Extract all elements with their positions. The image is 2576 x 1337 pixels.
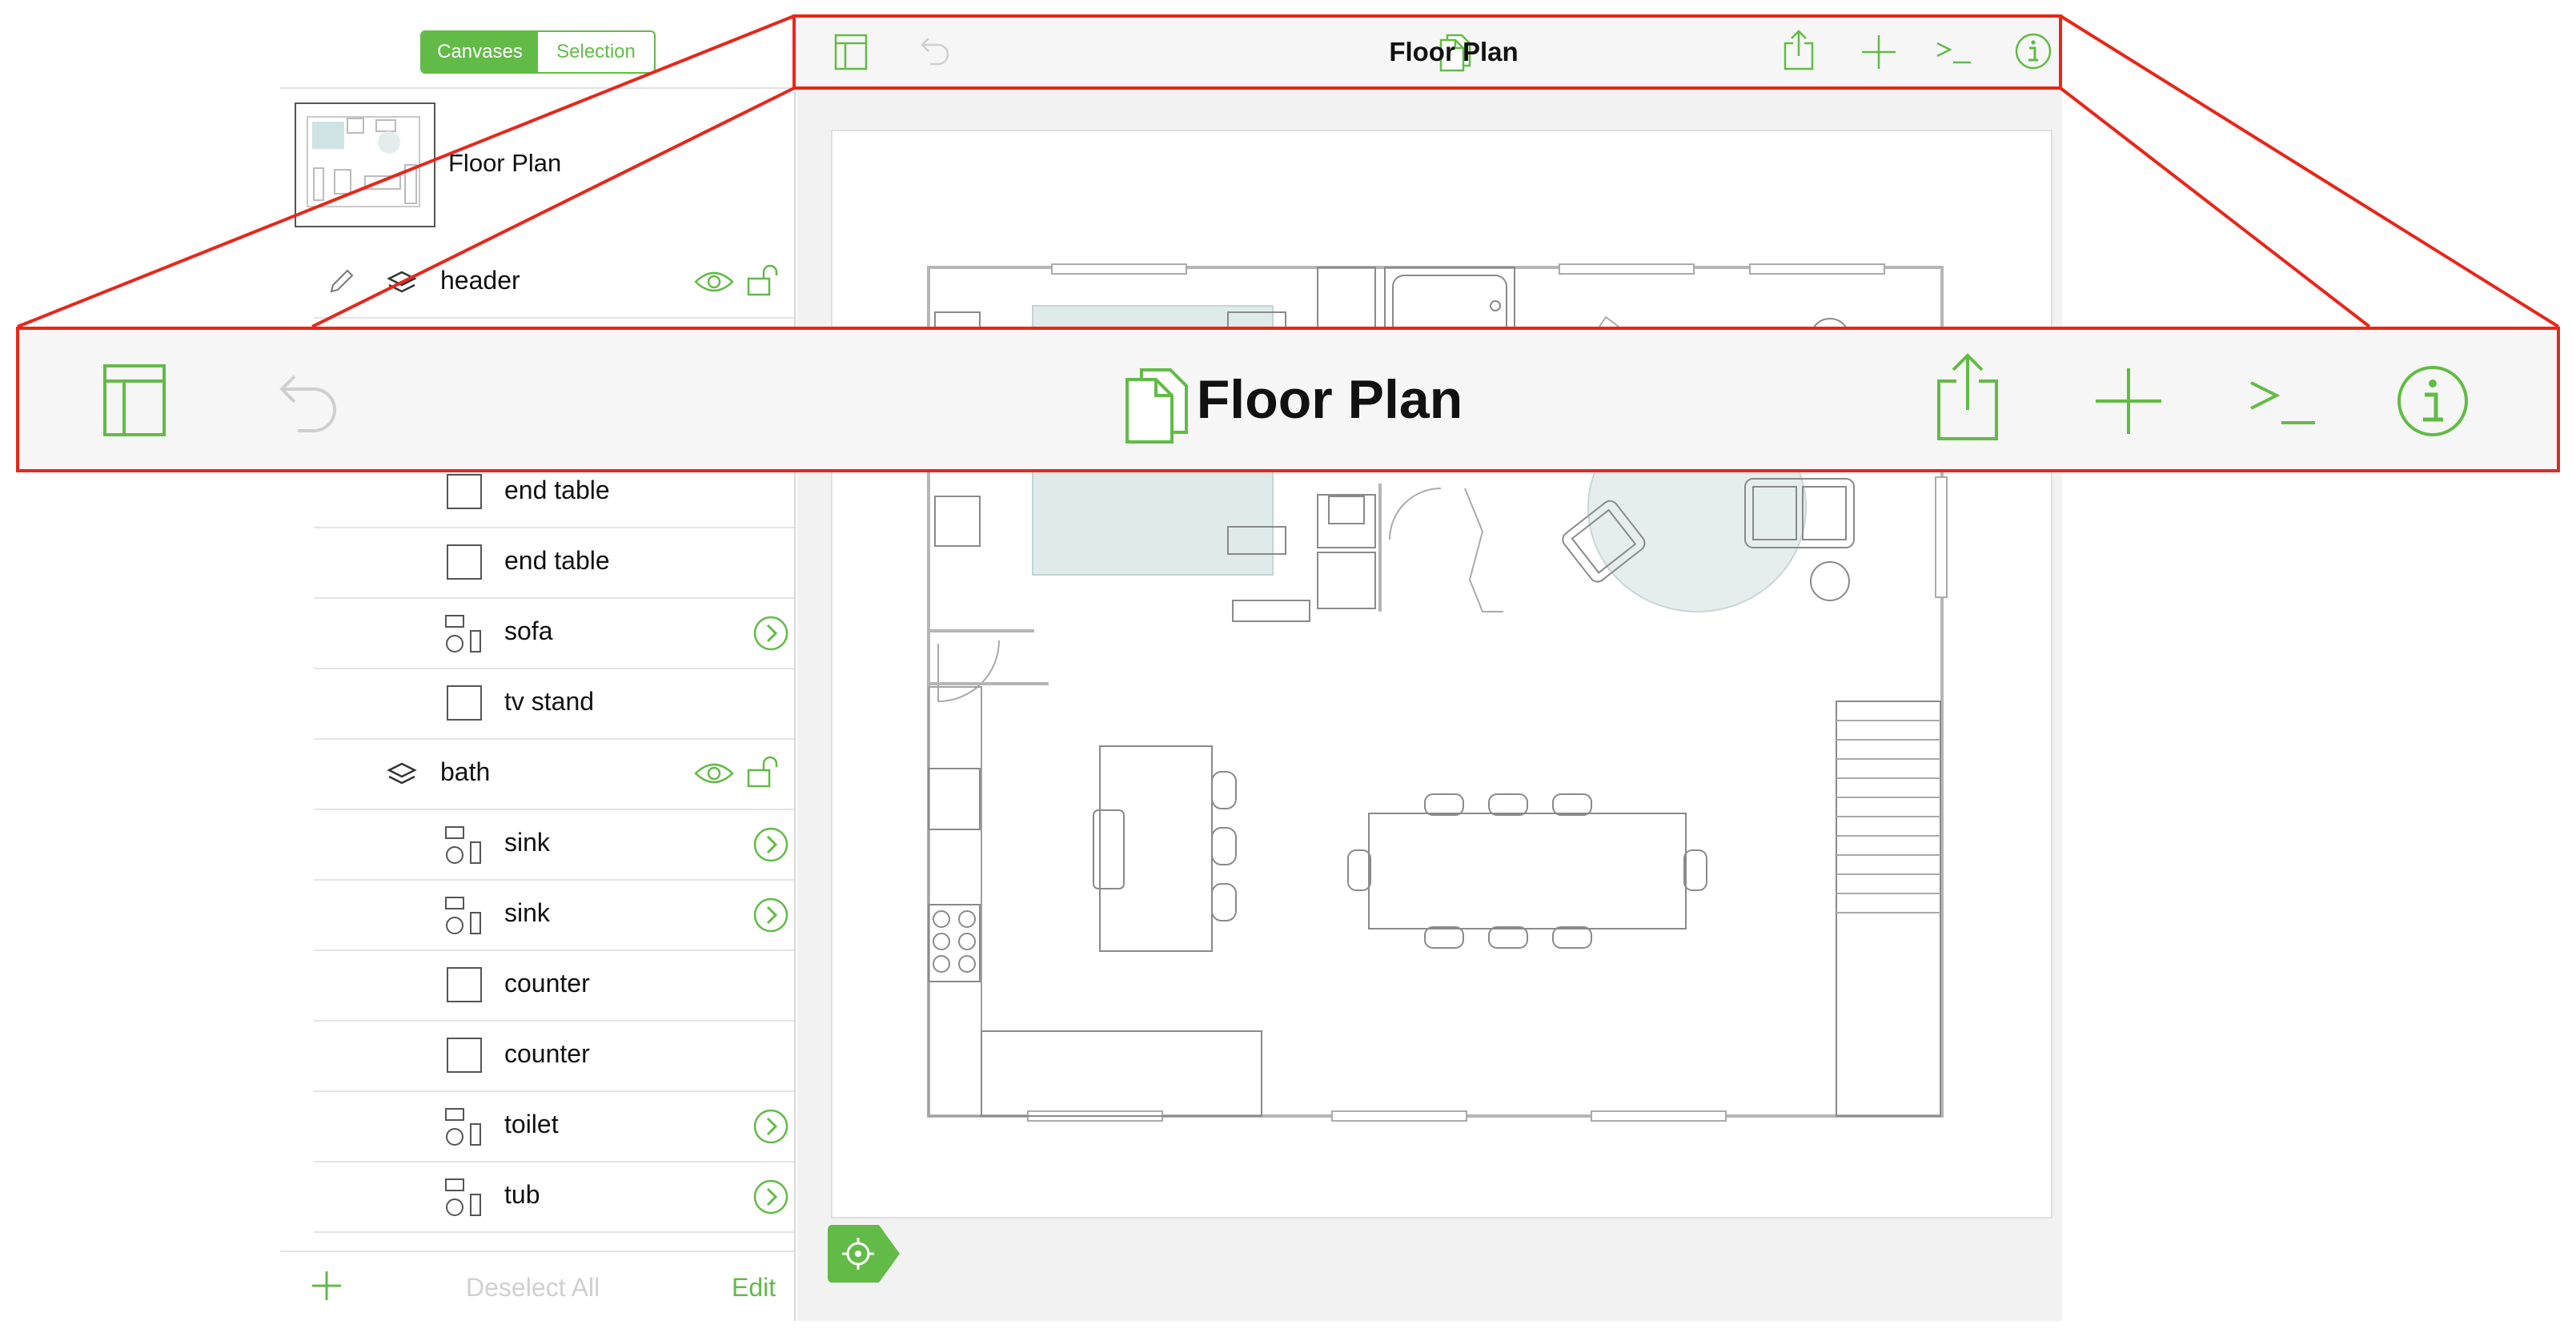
info-icon (2397, 366, 2468, 436)
share-icon (1937, 353, 1998, 440)
toolbar-callout: Floor Plan (16, 327, 2560, 472)
console-icon (2250, 381, 2315, 424)
callout-title: Floor Plan (1196, 369, 1463, 430)
add-icon (2096, 368, 2161, 434)
callout-lines (17, 14, 2560, 328)
